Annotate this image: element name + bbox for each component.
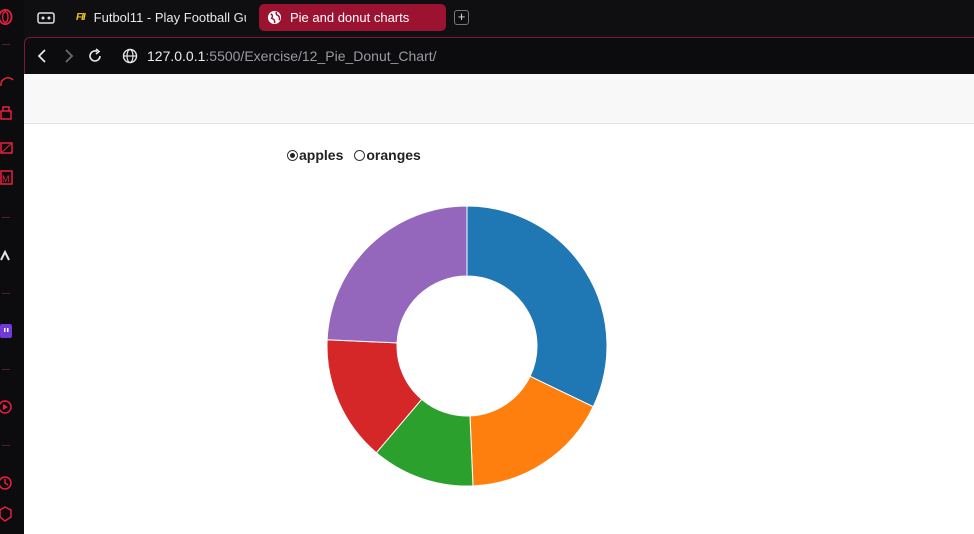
tab-futbol11[interactable]: FII Futbol11 - Play Football Gu (70, 4, 246, 31)
url-field[interactable]: 127.0.0.1:5500/Exercise/12_Pie_Donut_Cha… (147, 48, 437, 64)
forward-arrow-icon[interactable] (61, 48, 77, 64)
gamepad-icon (37, 11, 55, 24)
address-bar: 127.0.0.1:5500/Exercise/12_Pie_Donut_Cha… (24, 37, 974, 74)
extensions-cube-icon[interactable] (0, 506, 16, 522)
back-arrow-icon[interactable] (35, 48, 51, 64)
donut-slice-5 (326, 205, 468, 344)
workspaces-button[interactable] (32, 4, 60, 31)
browser-sidebar: M (0, 0, 24, 534)
tab-title: Pie and donut charts (290, 10, 410, 25)
speed-dial-icon[interactable] (0, 74, 16, 90)
url-path: :5500/Exercise/12_Pie_Donut_Chart/ (205, 48, 437, 64)
messenger-m-icon[interactable]: M (0, 170, 16, 186)
url-host: 127.0.0.1 (147, 48, 206, 64)
site-info-globe-icon[interactable] (122, 48, 138, 64)
page-viewport: apples oranges (24, 74, 974, 534)
new-tab-button[interactable]: + (454, 10, 469, 25)
donut-slice-1 (466, 205, 608, 408)
donut-chart (326, 205, 608, 487)
reload-icon[interactable] (87, 48, 103, 64)
opera-logo-icon[interactable] (0, 9, 16, 25)
tab-title: Futbol11 - Play Football Gu (93, 10, 246, 25)
globe-icon (267, 10, 282, 25)
wallet-icon[interactable] (0, 140, 16, 156)
tab-bar: FII Futbol11 - Play Football Gu Pie and … (24, 0, 974, 36)
aria-icon[interactable] (0, 248, 16, 264)
player-icon[interactable] (0, 399, 16, 415)
svg-text:M: M (2, 174, 10, 184)
history-icon[interactable] (0, 475, 16, 491)
futbol11-favicon-icon: FII (76, 12, 86, 23)
shopping-icon[interactable] (0, 105, 16, 121)
twitch-icon[interactable] (0, 323, 16, 339)
tab-pie-and-donut-charts[interactable]: Pie and donut charts (259, 4, 446, 31)
